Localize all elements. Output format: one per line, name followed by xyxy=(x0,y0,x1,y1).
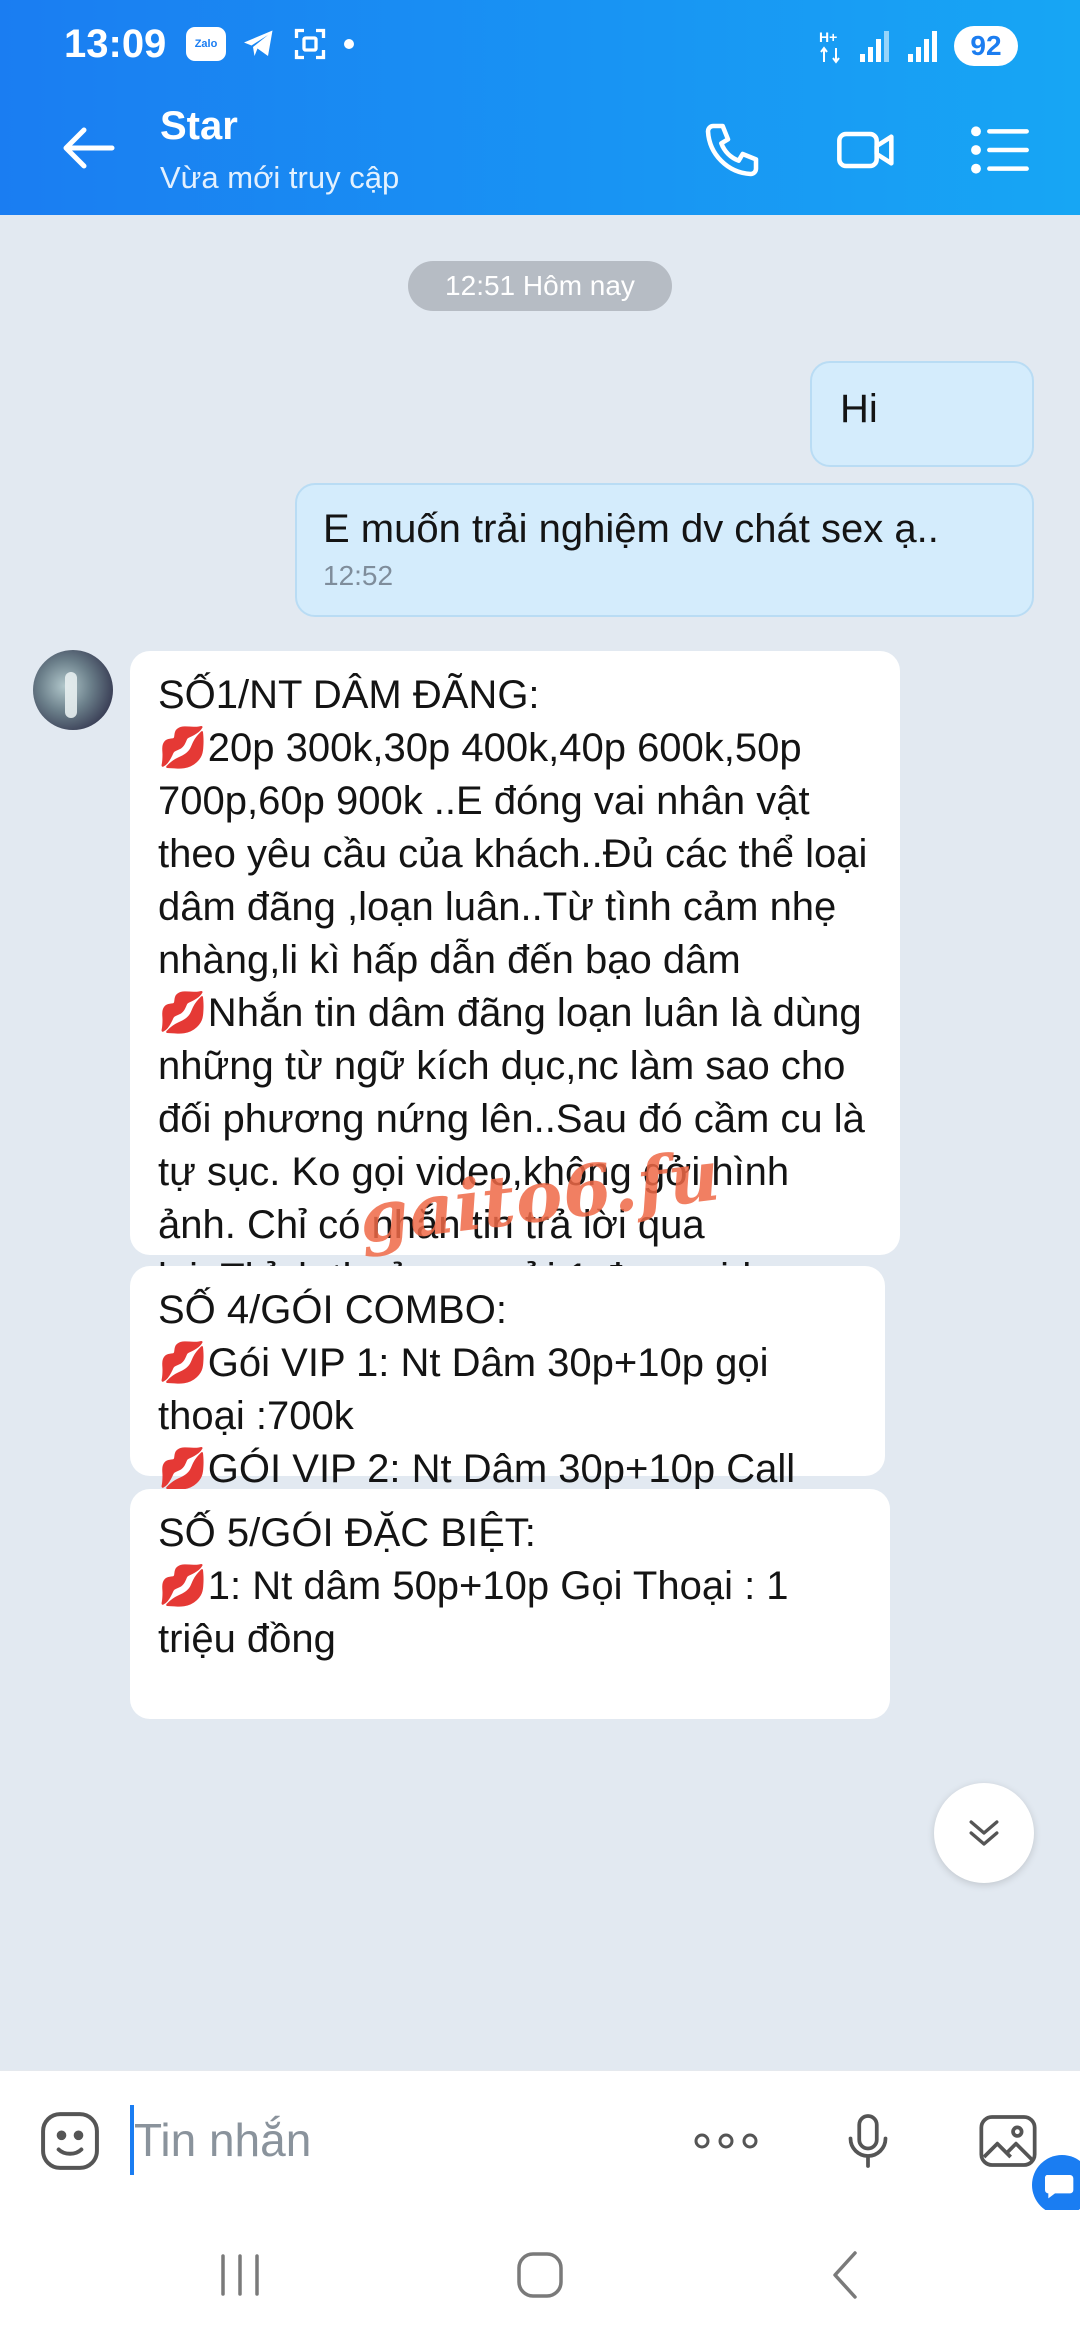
microphone-icon[interactable] xyxy=(832,2105,904,2177)
scroll-to-bottom-button[interactable] xyxy=(934,1783,1034,1883)
notification-icons: Zalo xyxy=(186,24,356,64)
message-text: Hi xyxy=(840,387,878,431)
message-time: 12:52 xyxy=(323,560,394,591)
zalo-notification-icon: Zalo xyxy=(186,27,226,61)
message-list[interactable]: 12:51 Hôm nay Hi E muốn trải nghiệm dv c… xyxy=(0,215,1080,2070)
system-navigation-bar xyxy=(0,2210,1080,2340)
avatar-figure xyxy=(65,672,77,718)
back-arrow-icon[interactable] xyxy=(58,118,118,178)
message-input[interactable] xyxy=(134,2105,674,2175)
list-menu-icon[interactable] xyxy=(968,118,1032,182)
incoming-message[interactable]: SỐ 4/GÓI COMBO: 💋Gói VIP 1: Nt Dâm 30p+1… xyxy=(130,1266,885,1544)
incoming-message[interactable]: SỐ 5/GÓI ĐẶC BIỆT: 💋1: Nt dâm 50p+10p Gọ… xyxy=(130,1489,890,1719)
network-type-icon: H+ xyxy=(818,26,844,66)
contact-status: Vừa mới truy cập xyxy=(160,160,400,195)
date-divider: 12:51 Hôm nay xyxy=(408,261,672,311)
more-notifications-dot-icon xyxy=(342,24,356,64)
image-icon[interactable] xyxy=(972,2105,1044,2177)
chat-header: 13:09 Zalo H+ 92 Star Vừa mới truy cập xyxy=(0,0,1080,215)
phone-icon[interactable] xyxy=(700,118,764,182)
telegram-notification-icon xyxy=(240,24,278,64)
outgoing-message[interactable]: E muốn trải nghiệm dv chát sex ạ.. 12:52 xyxy=(295,483,1034,617)
outgoing-message[interactable]: Hi xyxy=(810,361,1034,467)
battery-indicator: 92 xyxy=(954,26,1018,66)
contact-name[interactable]: Star xyxy=(160,104,238,149)
message-text: SỐ 5/GÓI ĐẶC BIỆT: 💋1: Nt dâm 50p+10p Gọ… xyxy=(158,1511,789,1661)
signal-strength-icon-1 xyxy=(858,26,892,66)
screenshot-notification-icon xyxy=(292,24,328,64)
nav-back-icon[interactable] xyxy=(815,2245,875,2305)
more-dots-icon[interactable] xyxy=(690,2105,762,2177)
status-time: 13:09 xyxy=(64,22,167,66)
message-composer xyxy=(0,2070,1080,2210)
chevron-double-down-icon xyxy=(969,1820,999,1846)
recent-apps-icon[interactable] xyxy=(210,2245,270,2305)
message-text: E muốn trải nghiệm dv chát sex ạ.. xyxy=(323,507,939,551)
signal-strength-icon-2 xyxy=(906,26,940,66)
system-status-icons: H+ 92 xyxy=(818,26,1018,66)
contact-avatar[interactable] xyxy=(33,650,113,730)
emoji-icon[interactable] xyxy=(34,2105,106,2177)
video-camera-icon[interactable] xyxy=(834,118,898,182)
home-icon[interactable] xyxy=(510,2245,570,2305)
status-bar: 13:09 Zalo H+ 92 xyxy=(0,0,1080,95)
svg-text:H+: H+ xyxy=(819,29,837,45)
